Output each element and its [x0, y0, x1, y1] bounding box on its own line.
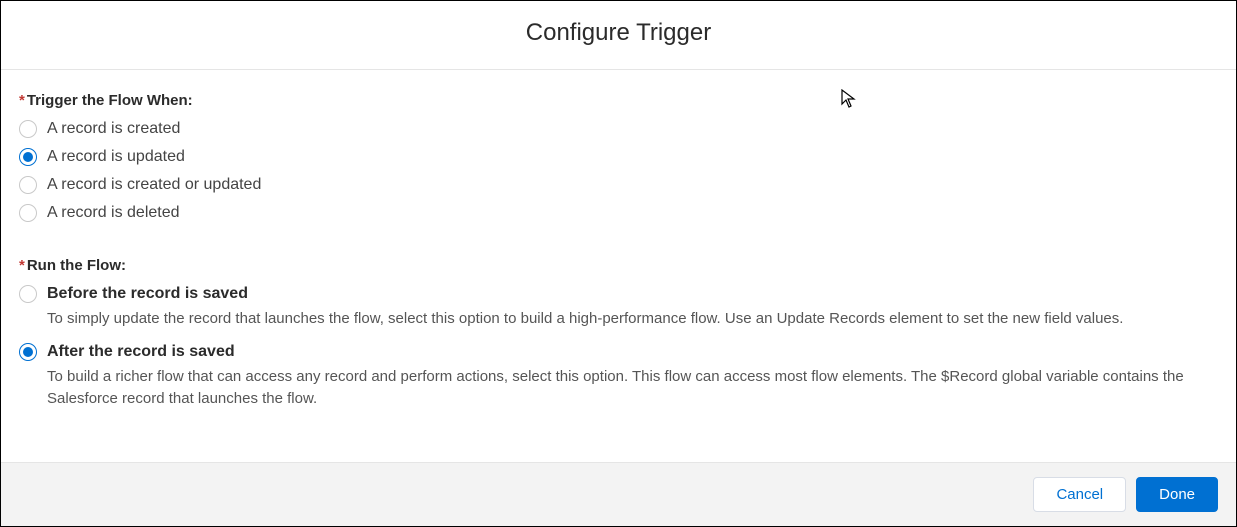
radio-icon — [19, 204, 37, 222]
radio-description: To build a richer flow that can access a… — [47, 366, 1218, 410]
run-flow-group: Before the record is saved To simply upd… — [19, 282, 1218, 416]
trigger-when-label: *Trigger the Flow When: — [19, 92, 1218, 109]
modal-footer: Cancel Done — [1, 462, 1236, 526]
radio-record-created-or-updated[interactable]: A record is created or updated — [19, 173, 1218, 197]
radio-label: A record is updated — [47, 146, 185, 168]
modal-content: *Trigger the Flow When: A record is crea… — [1, 70, 1236, 462]
radio-icon — [19, 343, 37, 361]
required-marker: * — [19, 92, 25, 109]
modal-header: Configure Trigger — [1, 1, 1236, 70]
radio-label: A record is created or updated — [47, 174, 261, 196]
done-button[interactable]: Done — [1136, 477, 1218, 512]
radio-icon — [19, 120, 37, 138]
radio-label: Before the record is saved — [47, 283, 248, 305]
trigger-when-label-text: Trigger the Flow When: — [27, 92, 193, 109]
radio-icon — [19, 148, 37, 166]
radio-description: To simply update the record that launche… — [47, 308, 1218, 330]
cancel-button[interactable]: Cancel — [1033, 477, 1126, 512]
radio-label: After the record is saved — [47, 341, 235, 363]
radio-icon — [19, 176, 37, 194]
run-flow-label-text: Run the Flow: — [27, 257, 126, 274]
page-title: Configure Trigger — [1, 19, 1236, 47]
radio-record-created[interactable]: A record is created — [19, 117, 1218, 141]
radio-label: A record is deleted — [47, 202, 180, 224]
trigger-when-group: A record is created A record is updated … — [19, 117, 1218, 225]
radio-record-updated[interactable]: A record is updated — [19, 145, 1218, 169]
radio-icon — [19, 285, 37, 303]
required-marker: * — [19, 257, 25, 274]
radio-after-save[interactable]: After the record is saved — [19, 340, 1218, 364]
run-flow-label: *Run the Flow: — [19, 257, 1218, 274]
radio-label: A record is created — [47, 118, 180, 140]
radio-record-deleted[interactable]: A record is deleted — [19, 201, 1218, 225]
radio-before-save[interactable]: Before the record is saved — [19, 282, 1218, 306]
